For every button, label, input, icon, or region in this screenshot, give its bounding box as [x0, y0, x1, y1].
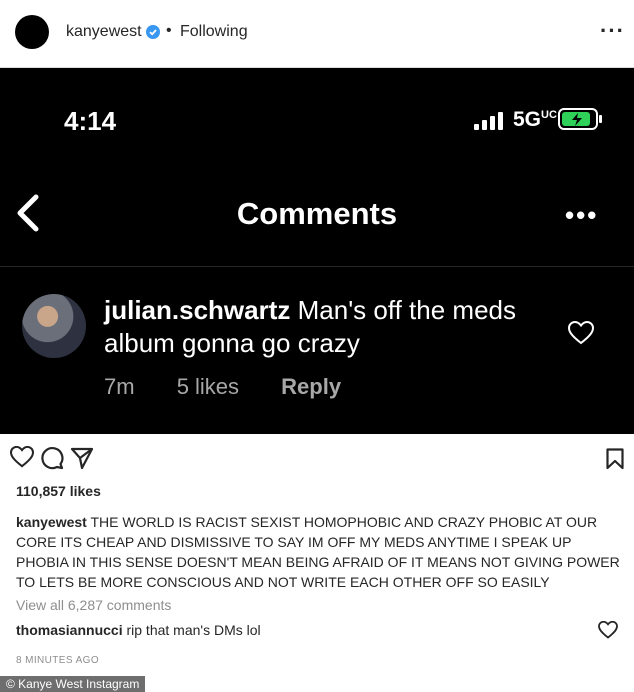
username-link[interactable]: kanyewest	[66, 23, 142, 41]
comment-username[interactable]: thomasiannucci	[16, 622, 123, 638]
view-all-comments-link[interactable]: View all 6,287 comments	[16, 597, 171, 613]
comment-meta: 7m 5 likes Reply	[104, 374, 377, 400]
commenter-avatar[interactable]	[22, 294, 86, 358]
separator-dot: •	[166, 22, 172, 39]
commenter-username[interactable]: julian.schwartz	[104, 295, 290, 325]
reply-button[interactable]: Reply	[281, 374, 341, 399]
post-caption: kanyewest THE WORLD IS RACIST SEXIST HOM…	[16, 514, 620, 590]
network-label: 5GUC	[513, 108, 557, 131]
heart-icon[interactable]	[10, 446, 34, 468]
more-icon[interactable]: ···	[600, 18, 625, 44]
share-icon[interactable]	[70, 446, 94, 470]
comment-age: 7m	[104, 374, 135, 399]
comment-text: julian.schwartz Man's off the meds album…	[104, 295, 516, 358]
bookmark-icon[interactable]	[606, 448, 624, 470]
image-credit: © Kanye West Instagram	[0, 676, 146, 692]
comment-body: rip that man's DMs lol	[126, 622, 261, 638]
post-header: kanyewest • Following ···	[0, 0, 634, 68]
more-icon[interactable]: •••	[565, 200, 598, 231]
post-image: 4:14 5GUC Comments ••• julian.schwartz M…	[0, 68, 634, 434]
heart-icon[interactable]	[568, 321, 594, 345]
status-time: 4:14	[64, 106, 117, 136]
battery-icon	[558, 108, 602, 130]
avatar[interactable]	[15, 15, 49, 49]
divider	[0, 266, 634, 267]
comment-likes[interactable]: 5 likes	[177, 374, 239, 399]
signal-icon	[474, 112, 503, 130]
post-timestamp: 8 MINUTES AGO	[16, 655, 99, 666]
following-button[interactable]: Following	[180, 23, 248, 41]
likes-count[interactable]: 110,857 likes	[16, 483, 101, 499]
comment-icon[interactable]	[40, 446, 64, 470]
heart-icon[interactable]	[598, 621, 618, 639]
screen-title: Comments	[236, 196, 398, 231]
verified-icon	[146, 25, 160, 39]
comment-row: thomasiannucci rip that man's DMs lol	[16, 622, 261, 638]
caption-username[interactable]: kanyewest	[16, 514, 87, 530]
